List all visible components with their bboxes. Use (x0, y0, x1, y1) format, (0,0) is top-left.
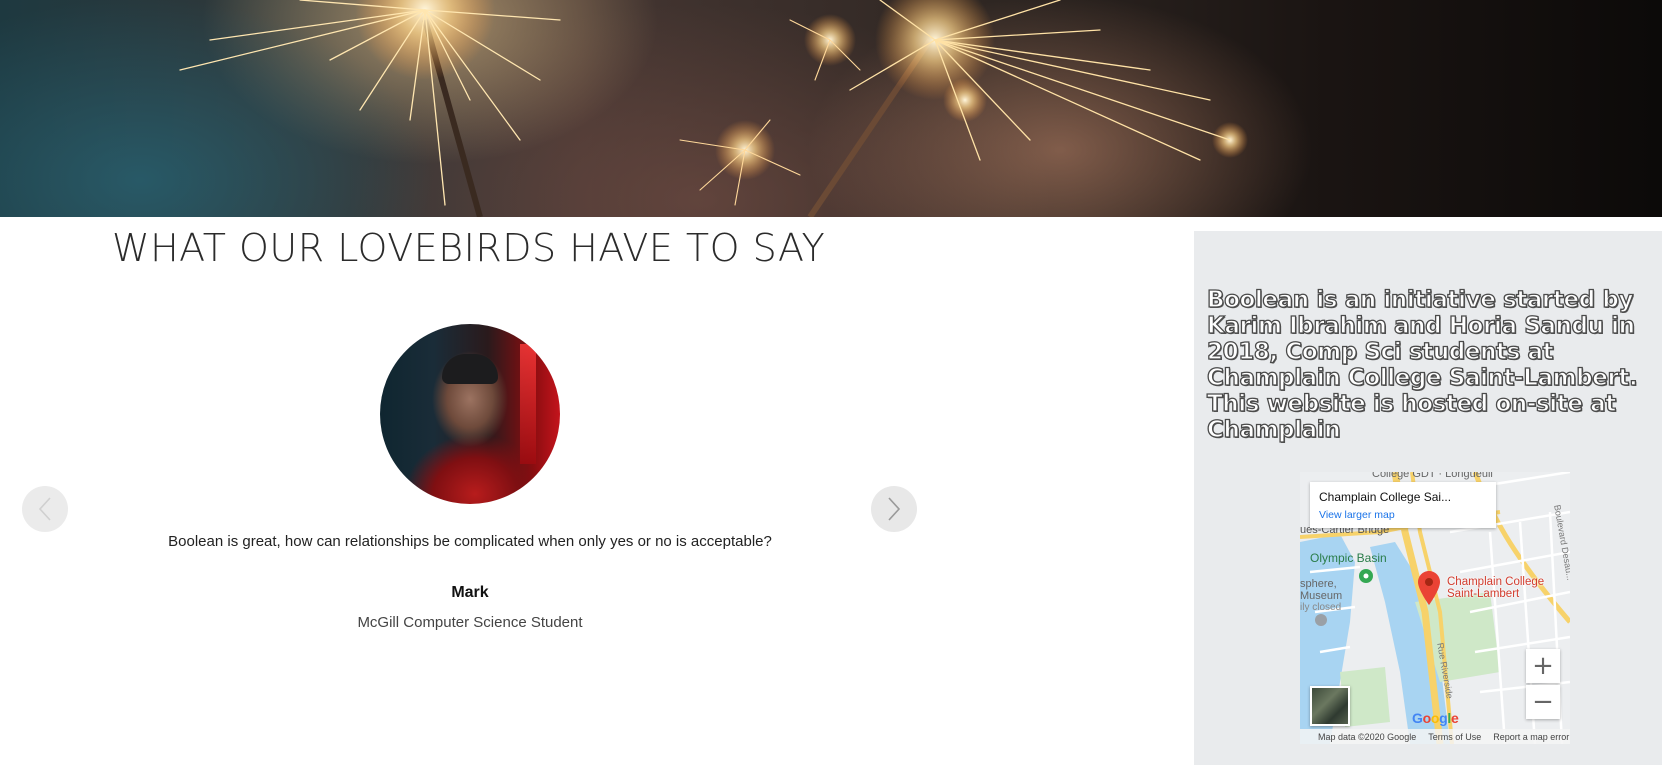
view-larger-map-link[interactable]: View larger map (1319, 509, 1395, 521)
testimonial-avatar (380, 324, 560, 504)
satellite-toggle-button[interactable] (1310, 686, 1350, 726)
map-zoom-in-button[interactable]: + (1526, 649, 1560, 683)
map-place-card: Champlain College Sai... View larger map (1310, 482, 1496, 528)
map-label-museum-1: sphere, (1300, 578, 1337, 590)
map-zoom-out-button[interactable]: − (1526, 685, 1560, 719)
chevron-right-icon (888, 497, 901, 521)
map-label-museum-3: ily closed (1300, 602, 1342, 613)
map-footer: Map data ©2020 Google Terms of Use Repor… (1300, 729, 1570, 744)
chevron-left-icon (38, 497, 51, 521)
hero-banner (0, 0, 1662, 217)
carousel-prev-button[interactable] (22, 486, 68, 532)
sparklers-image (179, 0, 1248, 217)
about-text: Boolean is an initiative started by Kari… (1206, 286, 1638, 443)
map-pin-label: Champlain College Saint-Lambert (1447, 576, 1545, 600)
map-report-error-link[interactable]: Report a map error (1493, 732, 1569, 742)
map-data-attribution: Map data ©2020 Google (1318, 731, 1417, 742)
google-logo: Google (1412, 710, 1459, 726)
testimonial-author-name: Mark (451, 584, 489, 601)
map-label-top: College GDT · Longueuil (1372, 472, 1493, 480)
embedded-map[interactable]: College GDT · Longueuil ues-Cartier Brid… (1300, 472, 1570, 744)
map-label-basin: Olympic Basin (1310, 551, 1387, 565)
map-terms-link[interactable]: Terms of Use (1428, 732, 1481, 742)
map-place-name: Champlain College Sai... (1319, 490, 1452, 504)
map-label-museum-2: Museum (1300, 590, 1343, 602)
testimonials-heading: WHAT OUR LOVEBIRDS HAVE TO SAY (112, 226, 826, 270)
carousel-next-button[interactable] (871, 486, 917, 532)
map-pin-icon[interactable] (1418, 571, 1440, 605)
testimonial-quote: Boolean is great, how can relationships … (168, 533, 772, 550)
testimonial-author-title: McGill Computer Science Student (357, 614, 583, 631)
